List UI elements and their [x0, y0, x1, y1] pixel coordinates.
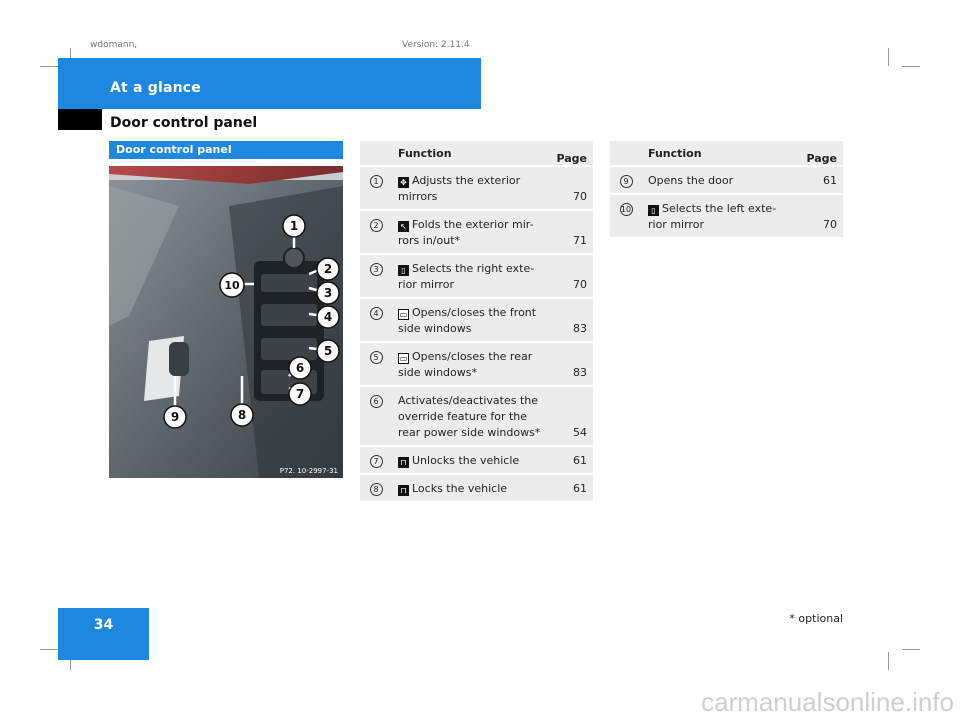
photo-callout: 5 [316, 339, 340, 363]
photo-callout: 4 [316, 305, 340, 329]
version-meta: Version: 2.11.4 [402, 40, 470, 50]
crop-mark [888, 48, 889, 66]
col-page-header: Page [547, 141, 593, 165]
row-page-ref: 71 [547, 211, 593, 253]
col-page-header: Page [797, 141, 843, 165]
author-meta: wdomann, [90, 40, 138, 50]
callout-label: 2 [324, 262, 332, 276]
callout-label: 10 [224, 279, 240, 292]
row-function-text: Opens the door [648, 174, 734, 187]
row-number-badge: 5 [369, 351, 383, 364]
window-icon: ▭ [398, 309, 409, 320]
photo-callout: 6 [288, 356, 312, 380]
crop-mark [902, 649, 920, 650]
table-row: 6 Activates/deactivates the override fea… [360, 387, 593, 445]
door-control-photo: 1 2 3 4 5 6 7 8 9 10 P72. 10-2997-31 [109, 166, 343, 478]
page-number-box: 34 [58, 608, 149, 660]
mirror-adjust-icon: ✥ [398, 177, 409, 188]
footnote-optional: * optional [789, 612, 843, 625]
photo-callout: 2 [316, 257, 340, 281]
row-page-ref: 61 [547, 475, 593, 501]
table-row: 1 ✥ Adjusts the exterior mirrors 70 [360, 167, 593, 209]
callout-label: 6 [296, 361, 304, 375]
table-row: 4 ▭ Opens/closes the front side windows 8… [360, 299, 593, 341]
row-page-ref: 83 [547, 299, 593, 341]
right-mirror-icon: ▯ [398, 265, 409, 276]
function-table-left: Function Page 1 ✥ Adjusts the exterior mi… [360, 139, 593, 503]
row-number-badge: 8 [369, 483, 383, 496]
photo-callout: 3 [316, 281, 340, 305]
photo-callout: 10 [219, 272, 245, 298]
crop-mark [40, 66, 58, 67]
crop-mark [40, 649, 58, 650]
row-page-ref: 54 [547, 387, 593, 445]
row-number-badge: 7 [369, 455, 383, 468]
callout-label: 4 [324, 310, 332, 324]
table-row: 10 ▯ Selects the left exte-rior mirror 70 [610, 195, 843, 237]
section-tab [58, 109, 102, 130]
row-number-badge: 1 [369, 175, 383, 188]
photo-code: P72. 10-2997-31 [280, 467, 338, 475]
row-page-ref: 61 [797, 167, 843, 193]
row-function-text: Adjusts the exterior mirrors [398, 174, 521, 203]
row-page-ref: 70 [547, 167, 593, 209]
crop-mark [902, 66, 920, 67]
table-header-row: Function Page [610, 141, 843, 165]
col-number-header [360, 141, 392, 165]
function-table-right: Function Page 9 Opens the door 61 10 ▯ Se… [610, 139, 843, 239]
row-page-ref: 70 [547, 255, 593, 297]
col-function-header: Function [642, 141, 797, 165]
crop-mark [888, 652, 889, 670]
callout-label: 8 [238, 408, 246, 422]
chapter-title: At a glance [110, 80, 201, 96]
photo-callout: 1 [282, 214, 306, 238]
image-panel-title: Door control panel [116, 143, 232, 156]
table-row: 3 ▯ Selects the right exte-rior mirror 70 [360, 255, 593, 297]
section-title: Door control panel [110, 115, 258, 131]
photo-callout: 9 [163, 405, 187, 429]
row-number-badge: 4 [369, 307, 383, 320]
table-row: 2 ↖ Folds the exterior mir-rors in/out* 7… [360, 211, 593, 253]
row-page-ref: 61 [547, 447, 593, 473]
table-row: 7 ⊓ Unlocks the vehicle 61 [360, 447, 593, 473]
callout-label: 7 [296, 387, 304, 401]
row-page-ref: 70 [797, 195, 843, 237]
left-mirror-icon: ▯ [648, 205, 659, 216]
table-row: 9 Opens the door 61 [610, 167, 843, 193]
page-number: 34 [93, 617, 114, 633]
callout-label: 5 [324, 344, 332, 358]
callout-label: 3 [324, 286, 332, 300]
col-function-header: Function [392, 141, 547, 165]
photo-callout: 8 [230, 403, 254, 427]
row-number-badge: 9 [619, 175, 633, 188]
lock-icon: ⊓ [398, 485, 409, 496]
table-header-row: Function Page [360, 141, 593, 165]
row-number-badge: 2 [369, 219, 383, 232]
row-number-badge: 3 [369, 263, 383, 276]
image-panel-header: Door control panel [109, 141, 343, 159]
row-function-text: Activates/deactivates the override featu… [398, 394, 541, 439]
row-function-text: Folds the exterior mir-rors in/out* [398, 218, 534, 247]
callout-label: 1 [290, 219, 298, 233]
row-function-text: Selects the right exte-rior mirror [398, 262, 535, 291]
window-icon: ▭ [398, 353, 409, 364]
photo-callout: 7 [288, 382, 312, 406]
callout-label: 9 [171, 410, 179, 424]
row-function-text: Unlocks the vehicle [412, 454, 520, 467]
row-number-badge: 10 [619, 203, 633, 216]
watermark: carmanualsonline.info [701, 687, 954, 717]
row-function-text: Opens/closes the front side windows [398, 306, 537, 335]
row-number-badge: 6 [369, 395, 383, 408]
unlock-icon: ⊓ [398, 457, 409, 468]
row-function-text: Opens/closes the rear side windows* [398, 350, 533, 379]
row-page-ref: 83 [547, 343, 593, 385]
row-function-text: Locks the vehicle [412, 482, 508, 495]
table-row: 8 ⊓ Locks the vehicle 61 [360, 475, 593, 501]
mirror-fold-icon: ↖ [398, 221, 409, 232]
row-function-text: Selects the left exte-rior mirror [648, 202, 777, 231]
col-number-header [610, 141, 642, 165]
table-row: 5 ▭ Opens/closes the rear side windows* 8… [360, 343, 593, 385]
